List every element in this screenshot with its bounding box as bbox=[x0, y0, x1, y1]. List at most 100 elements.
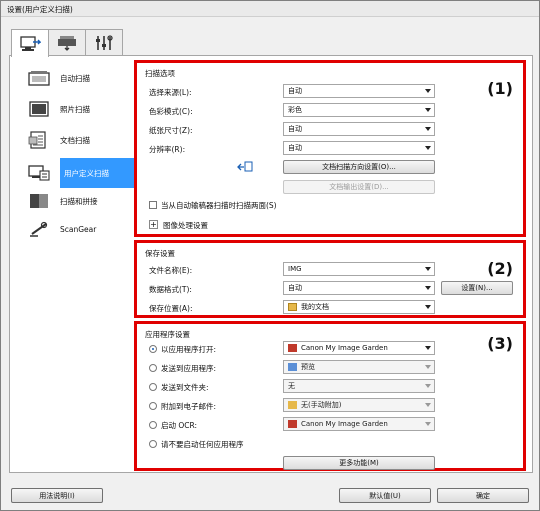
color-mode-label: 色彩模式(C): bbox=[149, 107, 193, 116]
resolution-value: 自动 bbox=[288, 144, 302, 152]
chevron-down-icon bbox=[425, 305, 431, 309]
window-title: 设置(用户定义扫描) bbox=[1, 1, 539, 17]
data-format-label: 数据格式(T): bbox=[149, 285, 192, 294]
sidebar-item-auto-scan[interactable]: 自动扫描 bbox=[16, 64, 130, 92]
save-settings-section: 保存设置 (2) 文件名称(E): IMG 数据格式(T): 自动 设置(N).… bbox=[134, 240, 526, 318]
document-scan-icon bbox=[28, 131, 46, 149]
open-with-app-radio[interactable] bbox=[149, 345, 157, 353]
file-name-value: IMG bbox=[288, 265, 302, 273]
chevron-down-icon bbox=[425, 146, 431, 150]
save-in-value: 我的文档 bbox=[301, 303, 329, 311]
start-ocr-radio[interactable] bbox=[149, 421, 157, 429]
sidebar-item-document-scan[interactable]: 文档扫描 bbox=[16, 126, 130, 154]
chevron-down-icon bbox=[425, 422, 431, 426]
image-garden-icon bbox=[288, 344, 297, 352]
paper-size-label: 纸张尺寸(Z): bbox=[149, 126, 193, 135]
orientation-settings-button[interactable]: 文档扫描方向设置(O)... bbox=[283, 160, 435, 174]
custom-scan-icon bbox=[28, 165, 50, 181]
sidebar-item-scangear[interactable]: ScanGear bbox=[16, 215, 130, 243]
send-to-folder-radio[interactable] bbox=[149, 383, 157, 391]
sidebar-item-photo-scan[interactable]: 照片扫描 bbox=[16, 95, 130, 123]
chevron-down-icon bbox=[425, 89, 431, 93]
file-name-select[interactable]: IMG bbox=[283, 262, 435, 276]
source-label: 选择来源(L): bbox=[149, 88, 192, 97]
open-with-app-label: 以应用程序打开: bbox=[161, 345, 217, 354]
section-title: 保存设置 bbox=[145, 249, 175, 258]
ok-button[interactable]: 确定 bbox=[437, 488, 529, 503]
chevron-down-icon bbox=[425, 108, 431, 112]
tab-general-settings[interactable] bbox=[85, 29, 123, 55]
chevron-down-icon bbox=[425, 403, 431, 407]
general-settings-icon bbox=[96, 34, 113, 50]
paper-size-value: 自动 bbox=[288, 125, 302, 133]
expand-icon[interactable]: + bbox=[149, 220, 158, 229]
attach-email-label: 附加到电子邮件: bbox=[161, 402, 217, 411]
color-mode-select[interactable]: 彩色 bbox=[283, 103, 435, 117]
sidebar-item-label: 照片扫描 bbox=[60, 104, 90, 114]
paper-size-select[interactable]: 自动 bbox=[283, 122, 435, 136]
color-mode-value: 彩色 bbox=[288, 106, 302, 114]
sidebar-item-scan-stitch[interactable]: 扫描和拼接 bbox=[16, 187, 130, 215]
section-title: 应用程序设置 bbox=[145, 330, 190, 339]
attach-email-value: 无(手动附加) bbox=[301, 401, 342, 409]
section-number: (3) bbox=[487, 334, 513, 353]
send-to-folder-select[interactable]: 无 bbox=[283, 379, 435, 393]
start-ocr-select[interactable]: Canon My Image Garden bbox=[283, 417, 435, 431]
sidebar-item-selected-bg: 用户定义扫描 bbox=[60, 158, 144, 188]
source-select[interactable]: 自动 bbox=[283, 84, 435, 98]
section-number: (2) bbox=[487, 259, 513, 278]
scan-from-computer-icon bbox=[20, 35, 41, 51]
send-to-app-select[interactable]: 预览 bbox=[283, 360, 435, 374]
chevron-down-icon bbox=[425, 286, 431, 290]
sidebar-item-label: 文档扫描 bbox=[60, 135, 90, 145]
image-garden-icon bbox=[288, 420, 297, 428]
help-button[interactable]: 用法说明(I) bbox=[11, 488, 103, 503]
scan-stitch-icon bbox=[30, 194, 48, 208]
image-processing-label: 图像处理设置 bbox=[163, 221, 208, 230]
settings-panel: 自动扫描 照片扫描 文档扫描 用户定义扫描 扫描和拼接 ScanGear 扫描选… bbox=[9, 55, 533, 473]
sidebar-item-label: ScanGear bbox=[60, 224, 97, 234]
chevron-down-icon bbox=[425, 127, 431, 131]
photo-scan-icon bbox=[29, 101, 49, 117]
orientation-icon bbox=[237, 161, 253, 172]
duplex-checkbox[interactable] bbox=[149, 201, 157, 209]
data-format-select[interactable]: 自动 bbox=[283, 281, 435, 295]
send-to-app-label: 发送到应用程序: bbox=[161, 364, 217, 373]
section-number: (1) bbox=[487, 79, 513, 98]
source-value: 自动 bbox=[288, 87, 302, 95]
data-format-value: 自动 bbox=[288, 284, 302, 292]
no-app-radio[interactable] bbox=[149, 440, 157, 448]
send-to-folder-value: 无 bbox=[288, 382, 295, 390]
save-in-select[interactable]: 我的文档 bbox=[283, 300, 435, 314]
save-in-label: 保存位置(A): bbox=[149, 304, 193, 313]
defaults-button[interactable]: 默认值(U) bbox=[339, 488, 431, 503]
tab-scan-from-panel[interactable] bbox=[48, 29, 86, 55]
file-name-label: 文件名称(E): bbox=[149, 266, 193, 275]
resolution-select[interactable]: 自动 bbox=[283, 141, 435, 155]
open-with-app-value: Canon My Image Garden bbox=[301, 344, 388, 352]
no-app-label: 请不要启动任何应用程序 bbox=[161, 440, 244, 449]
attach-email-radio[interactable] bbox=[149, 402, 157, 410]
attach-email-select[interactable]: 无(手动附加) bbox=[283, 398, 435, 412]
scangear-icon bbox=[30, 221, 48, 237]
send-to-app-radio[interactable] bbox=[149, 364, 157, 372]
folder-icon bbox=[288, 303, 297, 311]
more-functions-button[interactable]: 更多功能(M) bbox=[283, 456, 435, 470]
chevron-down-icon bbox=[425, 365, 431, 369]
sidebar-item-custom-scan[interactable]: 用户定义扫描 bbox=[22, 158, 144, 188]
resolution-label: 分辨率(R): bbox=[149, 145, 186, 154]
send-to-folder-label: 发送到文件夹: bbox=[161, 383, 209, 392]
section-title: 扫描选项 bbox=[145, 69, 175, 78]
start-ocr-value: Canon My Image Garden bbox=[301, 420, 388, 428]
application-settings-section: 应用程序设置 (3) 以应用程序打开: Canon My Image Garde… bbox=[134, 321, 526, 471]
chevron-down-icon bbox=[425, 346, 431, 350]
open-with-app-select[interactable]: Canon My Image Garden bbox=[283, 341, 435, 355]
output-settings-button[interactable]: 文档输出设置(D)... bbox=[283, 180, 435, 194]
send-to-app-value: 预览 bbox=[301, 363, 315, 371]
tab-scan-from-computer[interactable] bbox=[11, 29, 49, 57]
scan-from-panel-icon bbox=[58, 35, 76, 51]
duplex-label: 当从自动输稿器扫描时扫描两面(S) bbox=[161, 201, 277, 210]
email-icon bbox=[288, 401, 297, 409]
start-ocr-label: 启动 OCR: bbox=[161, 421, 198, 430]
format-settings-button[interactable]: 设置(N)... bbox=[441, 281, 513, 295]
